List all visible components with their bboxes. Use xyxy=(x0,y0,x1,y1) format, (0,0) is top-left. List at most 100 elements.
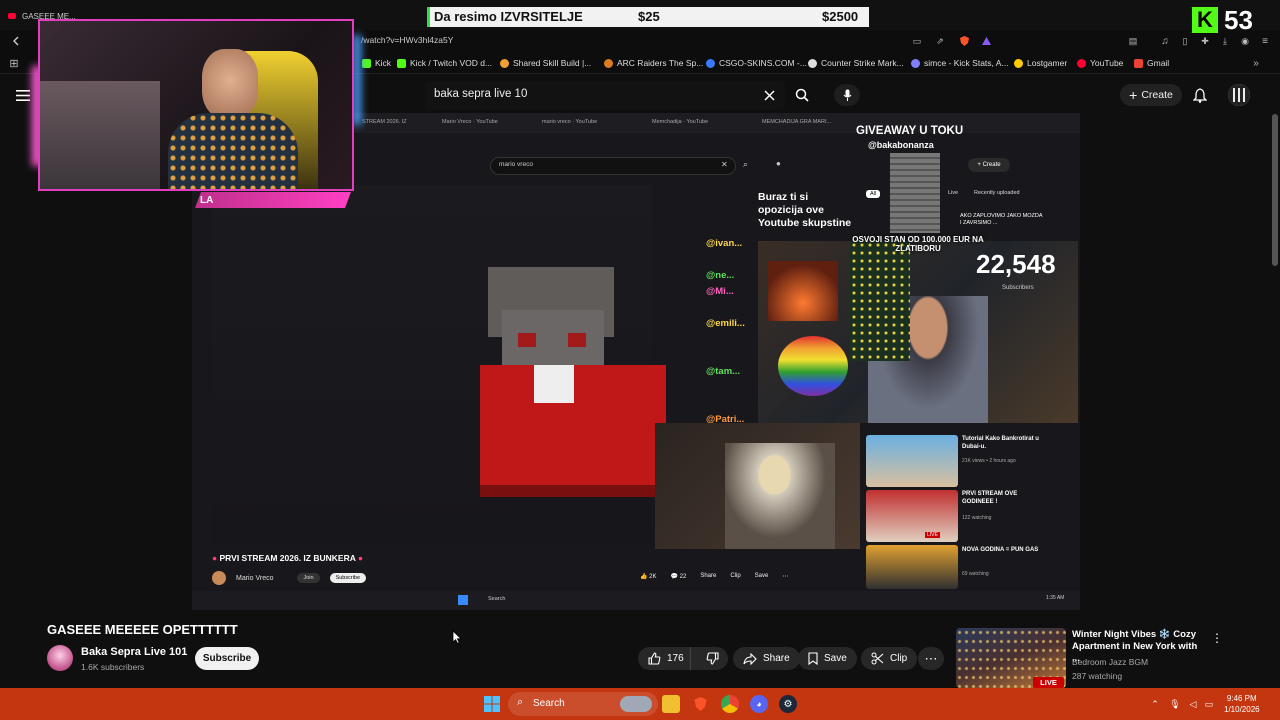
inner-rec-title: PRVI STREAM OVE GODINEEE ! xyxy=(962,491,1018,505)
character-collar xyxy=(534,365,574,403)
taskbar-search-icon: ⌕ xyxy=(517,696,524,708)
filter-chip: Live xyxy=(948,190,959,196)
brave-rewards-icon[interactable] xyxy=(979,33,993,49)
like-button[interactable]: 176 xyxy=(638,647,691,670)
bookmark-cs-market[interactable]: Counter Strike Mark... xyxy=(808,52,904,74)
menu-icon[interactable]: ≡ xyxy=(1258,33,1272,49)
room-shelf xyxy=(40,81,160,189)
dislike-button[interactable] xyxy=(697,647,728,670)
share-button[interactable]: Share xyxy=(733,647,800,670)
bookmark-label: CSGO-SKINS.COM -... xyxy=(719,58,807,68)
brave-shield-icon[interactable] xyxy=(957,33,971,49)
character-shadow xyxy=(480,485,666,497)
inner-search-box: mario vreco xyxy=(490,157,736,175)
tray-chevron-icon[interactable]: ⌃ xyxy=(1148,696,1162,712)
inner-live-badge: LIVE xyxy=(925,532,940,538)
kick-icon xyxy=(362,58,371,68)
taskbar-search[interactable]: ⌕ Search xyxy=(508,692,658,716)
extensions-icon[interactable]: ✚ xyxy=(1198,33,1212,49)
kick-viewer-count: K 53 xyxy=(1192,5,1253,35)
file-explorer-icon[interactable] xyxy=(662,695,680,713)
inner-video-title: ● PRVI STREAM 2026. IZ BUNKERA ● xyxy=(212,553,363,563)
clip-button[interactable]: Clip xyxy=(861,647,918,670)
recommended-channel[interactable]: Bedroom Jazz BGM xyxy=(1072,657,1148,667)
osvoji-banner: OSVOJI STAN OD 100.000 EUR NA ZLATIBORU xyxy=(852,235,984,253)
search-icon[interactable] xyxy=(792,86,812,104)
discord-icon[interactable]: ◕ xyxy=(750,695,768,713)
youtube-icon xyxy=(1077,58,1086,68)
recommended-menu-icon[interactable]: ⋮ xyxy=(1210,630,1224,646)
clear-search-icon[interactable] xyxy=(760,86,778,104)
tray-mic-icon[interactable]: 🎙 xyxy=(1168,696,1182,712)
page-scrollbar[interactable] xyxy=(1272,114,1278,266)
inner-rec-sub: 21K views • 2 hours ago xyxy=(962,458,1016,464)
thumb-down-icon xyxy=(706,652,719,665)
cs-icon xyxy=(808,58,817,68)
bookmark-shared-skill[interactable]: Shared Skill Build |... xyxy=(500,52,591,74)
back-icon[interactable] xyxy=(8,32,24,50)
bookmark-csgo-skins[interactable]: CSGO-SKINS.COM -... xyxy=(706,52,807,74)
inner-rec-thumb xyxy=(866,545,958,589)
bookmark-kick[interactable]: Kick xyxy=(362,52,391,74)
inner-likes: 👍 2K xyxy=(640,574,657,580)
bookmark-label: simce - Kick Stats, A... xyxy=(924,58,1009,68)
bookmark-label: Lostgamer xyxy=(1027,58,1068,68)
subscriber-label: Subscribers xyxy=(1002,285,1034,291)
account-avatar[interactable] xyxy=(1228,84,1250,106)
recommended-watching: 287 watching xyxy=(1072,671,1123,681)
inner-channel-name: Mario Vreco xyxy=(236,574,274,582)
bookmark-simce[interactable]: simce - Kick Stats, A... xyxy=(911,52,1009,74)
inner-actions: 👍 2K 💬 22 Share Clip Save ⋯ xyxy=(640,573,788,585)
giveaway-banner: GIVEAWAY U TOKU xyxy=(856,125,964,137)
bookmark-gmail[interactable]: Gmail xyxy=(1134,52,1169,74)
share-icon xyxy=(743,652,757,665)
inner-mic-icon: ● xyxy=(776,159,781,168)
bookmark-lostgamer[interactable]: Lostgamer xyxy=(1014,52,1067,74)
chrome-icon[interactable] xyxy=(721,695,739,713)
steam-icon[interactable]: ⚙ xyxy=(779,695,797,713)
csgo-icon xyxy=(706,58,715,68)
inner-create-button: + Create xyxy=(968,158,1010,172)
bookmark-arc-raiders[interactable]: ARC Raiders The Sp... xyxy=(604,52,703,74)
windows-start-icon[interactable] xyxy=(483,695,501,713)
create-button[interactable]: + Create xyxy=(1120,84,1182,106)
tray-display-icon[interactable]: ▭ xyxy=(1202,696,1216,712)
notifications-bell-icon[interactable] xyxy=(1190,85,1210,105)
channel-avatar[interactable] xyxy=(47,645,73,671)
media-icon[interactable]: ♫ xyxy=(1158,33,1172,49)
tray-volume-icon[interactable]: ◁ xyxy=(1186,696,1200,712)
share-page-icon[interactable]: ⇗ xyxy=(933,33,947,49)
search-highlight-icon xyxy=(620,696,652,712)
save-button[interactable]: Save xyxy=(798,647,857,670)
inner-search-text: mario vreco xyxy=(499,161,533,168)
bookmark-youtube[interactable]: YouTube xyxy=(1077,52,1123,74)
share-label: Share xyxy=(763,653,790,664)
rainbow-flag xyxy=(778,336,848,396)
promo-goal-current: $25 xyxy=(638,9,660,24)
bookmark-label: Gmail xyxy=(1147,58,1170,68)
subscribe-button[interactable]: Subscribe xyxy=(195,647,259,670)
cast-icon[interactable]: ▭ xyxy=(910,33,924,49)
channel-name[interactable]: Baka Sepra Live 101 xyxy=(81,646,187,658)
inner-search-icon: ⌕ xyxy=(743,159,749,169)
chat-user: @ivan... xyxy=(706,238,743,249)
microphone-icon[interactable] xyxy=(834,84,860,106)
inner-subscribe-button: Subscribe xyxy=(329,573,367,583)
arc-icon xyxy=(604,58,613,68)
save-label: Save xyxy=(824,653,847,664)
taskbar-clock[interactable]: 9:46 PM 1/10/2026 xyxy=(1224,693,1260,715)
inner-rec-sub: 122 watching xyxy=(962,515,992,521)
live-badge: LIVE xyxy=(1033,677,1064,688)
bookmark-label: Kick xyxy=(375,58,392,68)
apps-grid-icon[interactable]: ⊞ xyxy=(6,55,22,71)
url-field[interactable]: /watch?v=HWv3hl4za5Y xyxy=(361,35,453,45)
hamburger-menu-icon[interactable] xyxy=(14,87,32,103)
bookmark-kick-vod[interactable]: Kick / Twitch VOD d... xyxy=(397,52,492,74)
sidebar-toggle-icon[interactable]: ▤ xyxy=(1126,33,1140,49)
reading-list-icon[interactable]: ▯ xyxy=(1178,33,1192,49)
like-count: 176 xyxy=(667,653,684,664)
filter-chip: Recently uploaded xyxy=(974,190,1020,196)
brave-browser-icon[interactable] xyxy=(691,695,709,713)
more-bookmarks-icon[interactable]: » xyxy=(1250,55,1262,71)
more-actions-button[interactable]: ⋯ xyxy=(918,647,944,670)
